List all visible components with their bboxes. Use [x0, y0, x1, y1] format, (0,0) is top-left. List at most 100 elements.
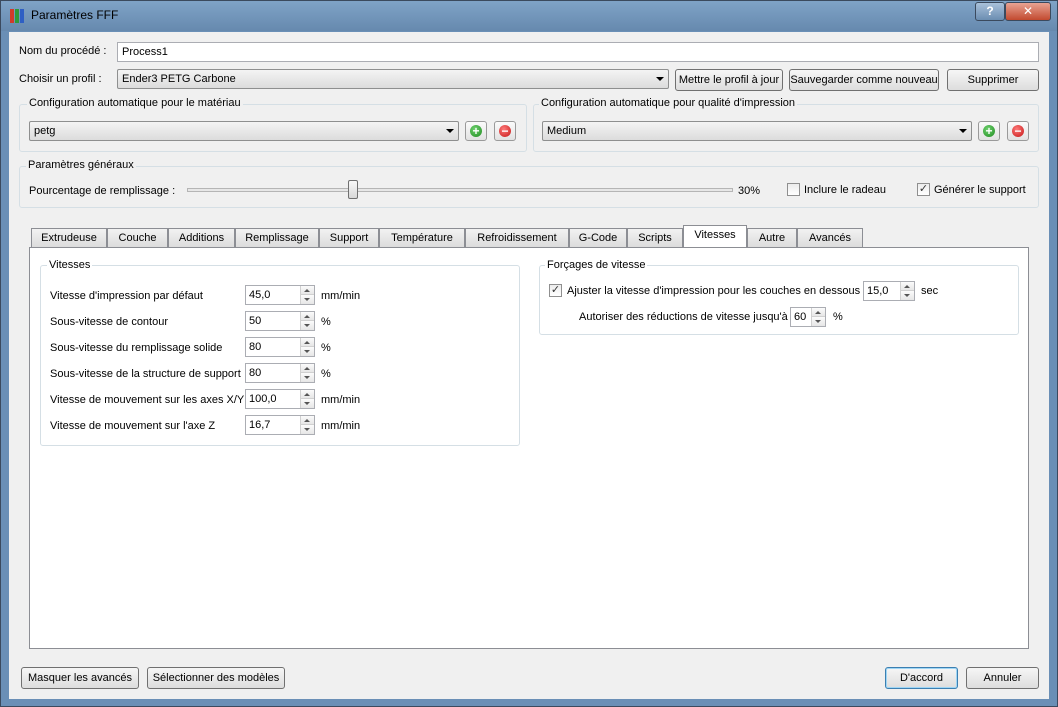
chevron-down-icon	[656, 77, 664, 81]
tab-couche[interactable]: Couche	[107, 228, 168, 247]
quality-select[interactable]: Medium	[542, 121, 972, 141]
spin-down-icon[interactable]	[301, 399, 314, 408]
spin-up-icon[interactable]	[301, 390, 314, 399]
adjust-speed-label: Ajuster la vitesse d'impression pour les…	[567, 285, 861, 297]
layer-time-spinbox[interactable]: 15,0	[863, 281, 915, 301]
dialog-body: Nom du procédé : Process1 Choisir un pro…	[9, 32, 1049, 699]
outline-speed-spinbox[interactable]: 50	[245, 311, 315, 331]
raft-label: Inclure le radeau	[804, 184, 886, 196]
tab-additions[interactable]: Additions	[168, 228, 235, 247]
title-bar[interactable]: Paramètres FFF ? ✕	[1, 1, 1057, 31]
close-icon: ✕	[1022, 4, 1034, 18]
z-travel-speed-spinbox[interactable]: 16,7	[245, 415, 315, 435]
speed-row-label: Vitesse de mouvement sur les axes X/Y	[50, 394, 245, 406]
speed-row-label: Sous-vitesse de la structure de support	[50, 368, 241, 380]
spin-up-icon[interactable]	[301, 416, 314, 425]
xy-travel-speed-spinbox[interactable]: 100,0	[245, 389, 315, 409]
select-models-button[interactable]: Sélectionner des modèles	[147, 667, 285, 689]
remove-material-button[interactable]: −	[494, 121, 516, 141]
process-name-input[interactable]: Process1	[117, 42, 1039, 62]
tab-remplissage[interactable]: Remplissage	[235, 228, 319, 247]
speed-reduction-spinbox[interactable]: 60	[790, 307, 826, 327]
layer-time-unit: sec	[921, 285, 939, 297]
infill-slider-handle[interactable]	[347, 180, 358, 199]
spin-up-icon[interactable]	[301, 364, 314, 373]
support-checkbox[interactable]: ✓	[917, 183, 930, 196]
spin-down-icon[interactable]	[301, 347, 314, 356]
help-icon: ?	[986, 4, 994, 18]
tab-temperature[interactable]: Température	[379, 228, 465, 247]
support-label: Générer le support	[934, 184, 1026, 196]
tab-scripts[interactable]: Scripts	[627, 228, 683, 247]
tab-avances[interactable]: Avancés	[797, 228, 863, 247]
save-as-new-button[interactable]: Sauvegarder comme nouveau	[789, 69, 939, 91]
ok-button[interactable]: D'accord	[885, 667, 958, 689]
spin-up-icon[interactable]	[301, 338, 314, 347]
default-speed-spinbox[interactable]: 45,0	[245, 285, 315, 305]
spinbox-value: 45,0	[249, 289, 271, 301]
speed-row-unit: mm/min	[321, 394, 361, 406]
speed-reduction-unit: %	[833, 311, 843, 323]
spin-down-icon[interactable]	[301, 425, 314, 434]
add-quality-button[interactable]: +	[978, 121, 1000, 141]
speed-row-unit: mm/min	[321, 290, 361, 302]
close-button[interactable]: ✕	[1005, 2, 1051, 21]
quality-auto-config-title: Configuration automatique pour qualité d…	[539, 97, 798, 109]
update-profile-button[interactable]: Mettre le profil à jour	[675, 69, 783, 91]
general-params-title: Paramètres généraux	[26, 159, 136, 171]
profile-select[interactable]: Ender3 PETG Carbone	[117, 69, 669, 89]
spin-down-icon[interactable]	[301, 321, 314, 330]
speed-overrides-group	[539, 265, 1019, 335]
tab-extrudeuse[interactable]: Extrudeuse	[31, 228, 107, 247]
speeds-group-title: Vitesses	[47, 259, 93, 271]
spin-up-icon[interactable]	[812, 308, 825, 317]
fff-settings-window: Paramètres FFF ? ✕ Nom du procédé : Proc…	[0, 0, 1058, 707]
spin-up-icon[interactable]	[901, 282, 914, 291]
spin-down-icon[interactable]	[901, 291, 914, 300]
tab-vitesses[interactable]: Vitesses	[683, 225, 747, 247]
spin-down-icon[interactable]	[812, 317, 825, 326]
profile-select-value: Ender3 PETG Carbone	[122, 73, 236, 85]
help-button[interactable]: ?	[975, 2, 1005, 21]
tab-gcode[interactable]: G-Code	[569, 228, 627, 247]
spinbox-value: 100,0	[249, 393, 277, 405]
spin-down-icon[interactable]	[301, 373, 314, 382]
tab-panel-vitesses: Vitesses Vitesse d'impression par défaut…	[29, 247, 1029, 649]
infill-slider-track[interactable]	[187, 188, 733, 192]
material-auto-config-title: Configuration automatique pour le matéri…	[27, 97, 243, 109]
cancel-button[interactable]: Annuler	[966, 667, 1039, 689]
hide-advanced-button[interactable]: Masquer les avancés	[21, 667, 139, 689]
spinbox-value: 80	[249, 367, 262, 379]
spinbox-value: 16,7	[249, 419, 271, 431]
delete-profile-button[interactable]: Supprimer	[947, 69, 1039, 91]
adjust-speed-checkbox[interactable]: ✓	[549, 284, 562, 297]
speed-row-label: Vitesse d'impression par défaut	[50, 290, 203, 302]
spin-up-icon[interactable]	[301, 286, 314, 295]
quality-select-value: Medium	[547, 125, 587, 137]
material-select[interactable]: petg	[29, 121, 459, 141]
speed-overrides-title: Forçages de vitesse	[545, 259, 648, 271]
app-icon	[10, 9, 24, 23]
spinbox-value: 60	[794, 311, 807, 323]
add-material-button[interactable]: +	[465, 121, 487, 141]
process-name-label: Nom du procédé :	[19, 45, 107, 57]
infill-label: Pourcentage de remplissage :	[29, 185, 176, 197]
remove-quality-button[interactable]: −	[1007, 121, 1029, 141]
speed-row-label: Sous-vitesse de contour	[50, 316, 169, 328]
reduce-speed-label: Autoriser des réductions de vitesse jusq…	[579, 311, 788, 323]
solid-infill-speed-spinbox[interactable]: 80	[245, 337, 315, 357]
spinbox-value: 50	[249, 315, 262, 327]
tab-support[interactable]: Support	[319, 228, 379, 247]
support-speed-spinbox[interactable]: 80	[245, 363, 315, 383]
spin-down-icon[interactable]	[301, 295, 314, 304]
chevron-down-icon	[959, 129, 967, 133]
raft-checkbox[interactable]	[787, 183, 800, 196]
tab-refroidissement[interactable]: Refroidissement	[465, 228, 569, 247]
infill-value: 30%	[738, 185, 761, 197]
spin-up-icon[interactable]	[301, 312, 314, 321]
tab-autre[interactable]: Autre	[747, 228, 797, 247]
window-title: Paramètres FFF	[31, 8, 119, 22]
spinbox-value: 15,0	[867, 285, 889, 297]
speed-row-label: Sous-vitesse du remplissage solide	[50, 342, 223, 354]
chevron-down-icon	[446, 129, 454, 133]
